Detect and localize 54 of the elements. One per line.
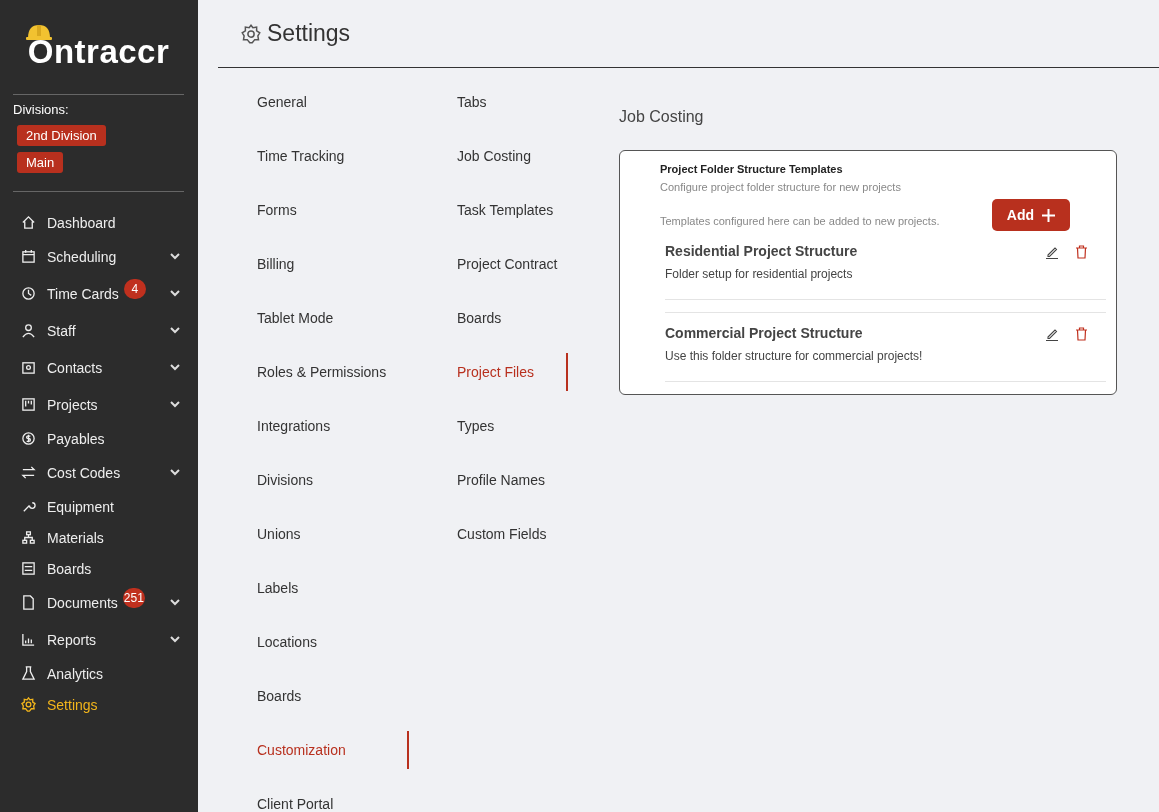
nav-item[interactable]: Time Cards 4 [13, 275, 184, 312]
template-name: Commercial Project Structure [665, 325, 864, 341]
settings-menu-item[interactable]: Task Templates [457, 191, 568, 229]
add-button[interactable]: Add [991, 199, 1070, 231]
settings-menu-item[interactable]: Project Files [457, 353, 568, 391]
logo-text: Ontraccr [27, 35, 170, 68]
card-title: Project Folder Structure Templates [660, 163, 844, 175]
page-title: Settings [267, 20, 351, 47]
settings-menu-item[interactable]: Time Tracking [257, 137, 409, 175]
nav-item[interactable]: Reports [13, 621, 184, 658]
settings-menu-item[interactable]: Forms [257, 191, 409, 229]
settings-menu-item[interactable]: Custom Fields [457, 515, 568, 553]
settings-menu-item[interactable]: Tabs [457, 83, 568, 121]
card-note: Templates configured here can be added to new projects. [660, 215, 940, 227]
template-description: Folder setup for residential projects [665, 267, 854, 281]
nav-item[interactable]: Cost Codes [13, 454, 184, 491]
count-badge: 4 [123, 278, 146, 299]
nav-item[interactable]: Scheduling [13, 238, 184, 275]
nav-item[interactable]: Materials [13, 522, 184, 553]
settings-menu-item[interactable]: Locations [257, 623, 409, 661]
settings-menu-item[interactable]: Client Portal [257, 785, 409, 812]
nav-item[interactable]: Analytics [13, 658, 184, 689]
nav-item[interactable]: Staff [13, 312, 184, 349]
settings-menu-item[interactable]: Integrations [257, 407, 409, 445]
divisions-label: Divisions: [13, 102, 70, 117]
nav-item[interactable]: Documents 251 [13, 584, 184, 621]
template-name: Residential Project Structure [665, 243, 859, 259]
settings-menu-item[interactable]: Tablet Mode [257, 299, 409, 337]
settings-menu-item[interactable]: Customization [257, 731, 409, 769]
settings-menu-item[interactable]: Roles & Permissions [257, 353, 409, 391]
template-description: Use this folder structure for commercial projects! [665, 349, 924, 363]
settings-menu-item[interactable]: Boards [457, 299, 568, 337]
settings-menu-item[interactable]: Project Contract [457, 245, 568, 283]
settings-menu-item[interactable]: Job Costing [457, 137, 568, 175]
settings-menu-item[interactable]: Profile Names [457, 461, 568, 499]
nav-item[interactable]: Boards [13, 553, 184, 584]
nav-item[interactable]: Settings [13, 689, 184, 720]
division-tag[interactable]: Main [17, 152, 64, 173]
nav-item[interactable]: Projects [13, 386, 184, 423]
settings-menu-item[interactable]: Boards [257, 677, 409, 715]
settings-menu-item[interactable]: Divisions [257, 461, 409, 499]
section-title: Job Costing [619, 108, 705, 126]
nav-item[interactable]: Dashboard [13, 207, 184, 238]
nav-item[interactable]: Contacts [13, 349, 184, 386]
settings-menu-item[interactable]: Types [457, 407, 568, 445]
settings-menu-item[interactable]: General [257, 83, 409, 121]
nav-item[interactable]: Payables [13, 423, 184, 454]
count-badge: 251 [122, 587, 145, 608]
nav-item[interactable]: Equipment [13, 491, 184, 522]
division-tag[interactable]: 2nd Division [17, 125, 106, 146]
settings-menu-item[interactable]: Billing [257, 245, 409, 283]
settings-menu-item[interactable]: Labels [257, 569, 409, 607]
settings-menu-item[interactable]: Unions [257, 515, 409, 553]
card-subtitle: Configure project folder structure for new projects [660, 181, 902, 193]
